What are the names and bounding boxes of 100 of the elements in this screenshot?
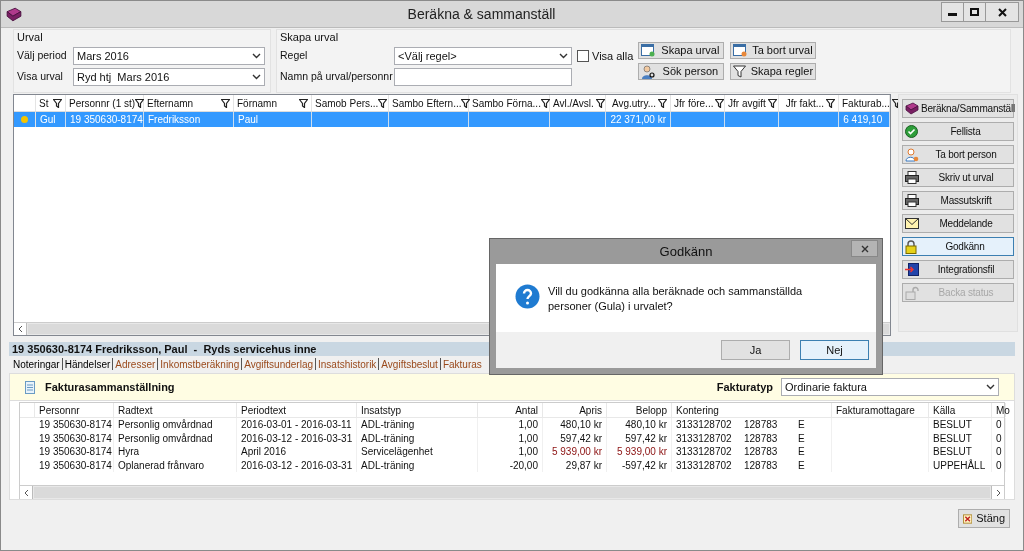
table-cell-text: -20,00 bbox=[509, 458, 538, 473]
tab[interactable]: Inkomstberäkning bbox=[160, 356, 240, 372]
tab[interactable]: Avgiftsunderlag bbox=[244, 356, 313, 372]
table-cell-text: 29,87 kr bbox=[565, 458, 602, 473]
dialog-button[interactable]: Ja bbox=[721, 340, 790, 360]
column-header[interactable]: Insatstyp bbox=[361, 402, 402, 418]
close-dialog-button[interactable]: Stäng bbox=[958, 509, 1010, 528]
toolbar-button[interactable]: Ta bort urval bbox=[730, 42, 817, 59]
column-header[interactable]: Jfr före... bbox=[674, 95, 716, 111]
column-header[interactable]: Periodtext bbox=[241, 402, 287, 418]
column-header[interactable]: Sambo Förna... bbox=[472, 95, 541, 111]
table-cell-text: ADL-träning bbox=[361, 431, 415, 446]
table-cell-text: 1,00 bbox=[518, 431, 538, 446]
column-header[interactable]: Personnr bbox=[39, 402, 80, 418]
dropdown-field[interactable]: Mars 2016 bbox=[73, 47, 265, 65]
action-button[interactable]: Skriv ut urval bbox=[902, 168, 1014, 187]
table-cell-text: 480,10 kr bbox=[625, 418, 667, 433]
table-cell-text: 3133128702 bbox=[676, 431, 733, 446]
table-cell-text: Fredriksson bbox=[148, 113, 201, 127]
toolbar-button[interactable]: Skapa regler bbox=[730, 63, 817, 80]
action-button[interactable]: Meddelande bbox=[902, 214, 1014, 233]
group-title: Skapa urval bbox=[280, 31, 340, 44]
field-label: Namn på urval/personnr bbox=[280, 69, 394, 85]
column-header[interactable]: Avl./Avsl. bbox=[553, 95, 596, 111]
tab[interactable]: Noteringar bbox=[13, 356, 60, 372]
table-cell-text: E bbox=[798, 458, 805, 473]
table-cell-text: 3133128702 bbox=[676, 418, 733, 433]
column-header[interactable]: Källa bbox=[933, 402, 956, 418]
table-cell-text: 5 939,00 kr bbox=[551, 445, 602, 460]
dropdown-field[interactable]: Ryd htj Mars 2016 bbox=[73, 68, 265, 86]
column-header[interactable]: Radtext bbox=[118, 402, 153, 418]
table-cell-text: 3133128702 bbox=[676, 445, 733, 460]
table-cell-text: 1,00 bbox=[518, 445, 538, 460]
dropdown-field[interactable]: Ordinarie faktura bbox=[781, 378, 999, 396]
table-cell-text: 22 371,00 kr bbox=[610, 113, 666, 127]
group-title: Urval bbox=[17, 31, 44, 44]
table-cell-text: 128783 bbox=[744, 445, 779, 460]
table-cell-text: 19 350630-8174 bbox=[39, 431, 112, 446]
table-cell-text: 597,42 kr bbox=[560, 431, 602, 446]
action-button[interactable]: Godkänn bbox=[902, 237, 1014, 256]
table-cell-text: Personlig omvårdnad bbox=[118, 431, 213, 446]
table-cell-text: 0 bbox=[996, 418, 1002, 433]
column-header[interactable]: Avg.utry... bbox=[609, 95, 658, 111]
action-button[interactable]: Integrationsfil bbox=[902, 260, 1014, 279]
table-cell-text: April 2016 bbox=[241, 445, 287, 460]
column-header[interactable]: Kontering bbox=[676, 402, 719, 418]
table-cell-text: 5 939,00 kr bbox=[616, 445, 667, 460]
column-header[interactable]: Sambo Eftern... bbox=[392, 95, 462, 111]
table-cell-text: E bbox=[798, 418, 805, 433]
tab[interactable]: Adresser bbox=[115, 356, 156, 372]
column-header[interactable]: St bbox=[39, 95, 49, 111]
dialog-title: Godkänn bbox=[659, 242, 713, 261]
column-header[interactable]: Fakturab... bbox=[842, 95, 892, 111]
table-cell-text: Gul bbox=[40, 113, 56, 127]
column-header[interactable]: Mo bbox=[996, 402, 1010, 418]
dialog-button[interactable]: Nej bbox=[800, 340, 869, 360]
field-label: Fakturatyp bbox=[716, 379, 773, 395]
table-cell-text: -597,42 kr bbox=[621, 458, 667, 473]
table-cell-text: 2016-03-12 - 2016-03-31 bbox=[241, 431, 353, 446]
table-cell-text: Personlig omvårdnad bbox=[118, 418, 213, 433]
table-cell-text: 6 419,10 bbox=[843, 113, 884, 127]
table-cell-text: 19 350630-8174 bbox=[39, 418, 112, 433]
tab[interactable]: Insatshistorik bbox=[318, 356, 377, 372]
column-header[interactable]: Förnamn bbox=[237, 95, 277, 111]
tab[interactable]: Händelser bbox=[64, 356, 111, 372]
column-header[interactable]: Apris bbox=[579, 402, 602, 418]
dropdown-field[interactable]: <Välj regel> bbox=[394, 47, 572, 65]
panel-title: Fakturasammanställning bbox=[45, 379, 175, 395]
table-cell-text: 2016-03-01 - 2016-03-11 bbox=[241, 418, 352, 433]
action-button[interactable]: Fellista bbox=[902, 122, 1014, 141]
field-label: Välj period bbox=[17, 48, 68, 64]
column-header[interactable]: Antal bbox=[515, 402, 538, 418]
table-cell-text: 128783 bbox=[744, 458, 779, 473]
column-header[interactable]: Efternamn bbox=[147, 95, 194, 111]
tab[interactable]: Avgiftsbeslut bbox=[381, 356, 438, 372]
table-cell-text: 19 350630-8174 bbox=[39, 458, 112, 473]
action-button[interactable]: Massutskrift bbox=[902, 191, 1014, 210]
toolbar-button[interactable]: Sök person bbox=[638, 63, 725, 80]
dialog-message: Vill du godkänna alla beräknade och sammanställda personer (Gula) i urvalet? bbox=[548, 284, 804, 314]
table-cell-text: Servicelägenhet bbox=[361, 445, 433, 460]
checkbox-label: Visa alla bbox=[592, 48, 634, 64]
table-cell-text: Oplanerad frånvaro bbox=[118, 458, 205, 473]
table-cell-text: 19 350630-8174 bbox=[39, 445, 112, 460]
table-cell-text: 2016-03-12 - 2016-03-31 bbox=[241, 458, 353, 473]
action-button[interactable]: Beräkna/Sammanställ bbox=[902, 99, 1014, 118]
column-header[interactable]: Jfr fakt... bbox=[782, 95, 826, 111]
column-header[interactable]: Samob Pers... bbox=[315, 95, 379, 111]
toolbar-button[interactable]: Skapa urval bbox=[638, 42, 725, 59]
table-cell-text: 19 350630-8174 bbox=[70, 113, 143, 127]
column-header[interactable]: Personnr (1 st) bbox=[69, 95, 136, 111]
table-cell-text: 480,10 kr bbox=[560, 418, 602, 433]
table-cell-text: 3133128702 bbox=[676, 458, 733, 473]
table-cell-text: E bbox=[798, 445, 805, 460]
column-header[interactable]: Jfr avgift bbox=[728, 95, 768, 111]
column-header[interactable]: Fakturamottagare bbox=[836, 402, 915, 418]
tab[interactable]: Fakturas bbox=[442, 356, 482, 372]
column-header[interactable]: Belopp bbox=[635, 402, 667, 418]
action-button[interactable]: Ta bort person bbox=[902, 145, 1014, 164]
table-cell-text: 597,42 kr bbox=[625, 431, 667, 446]
table-cell-text: Hyra bbox=[118, 445, 140, 460]
